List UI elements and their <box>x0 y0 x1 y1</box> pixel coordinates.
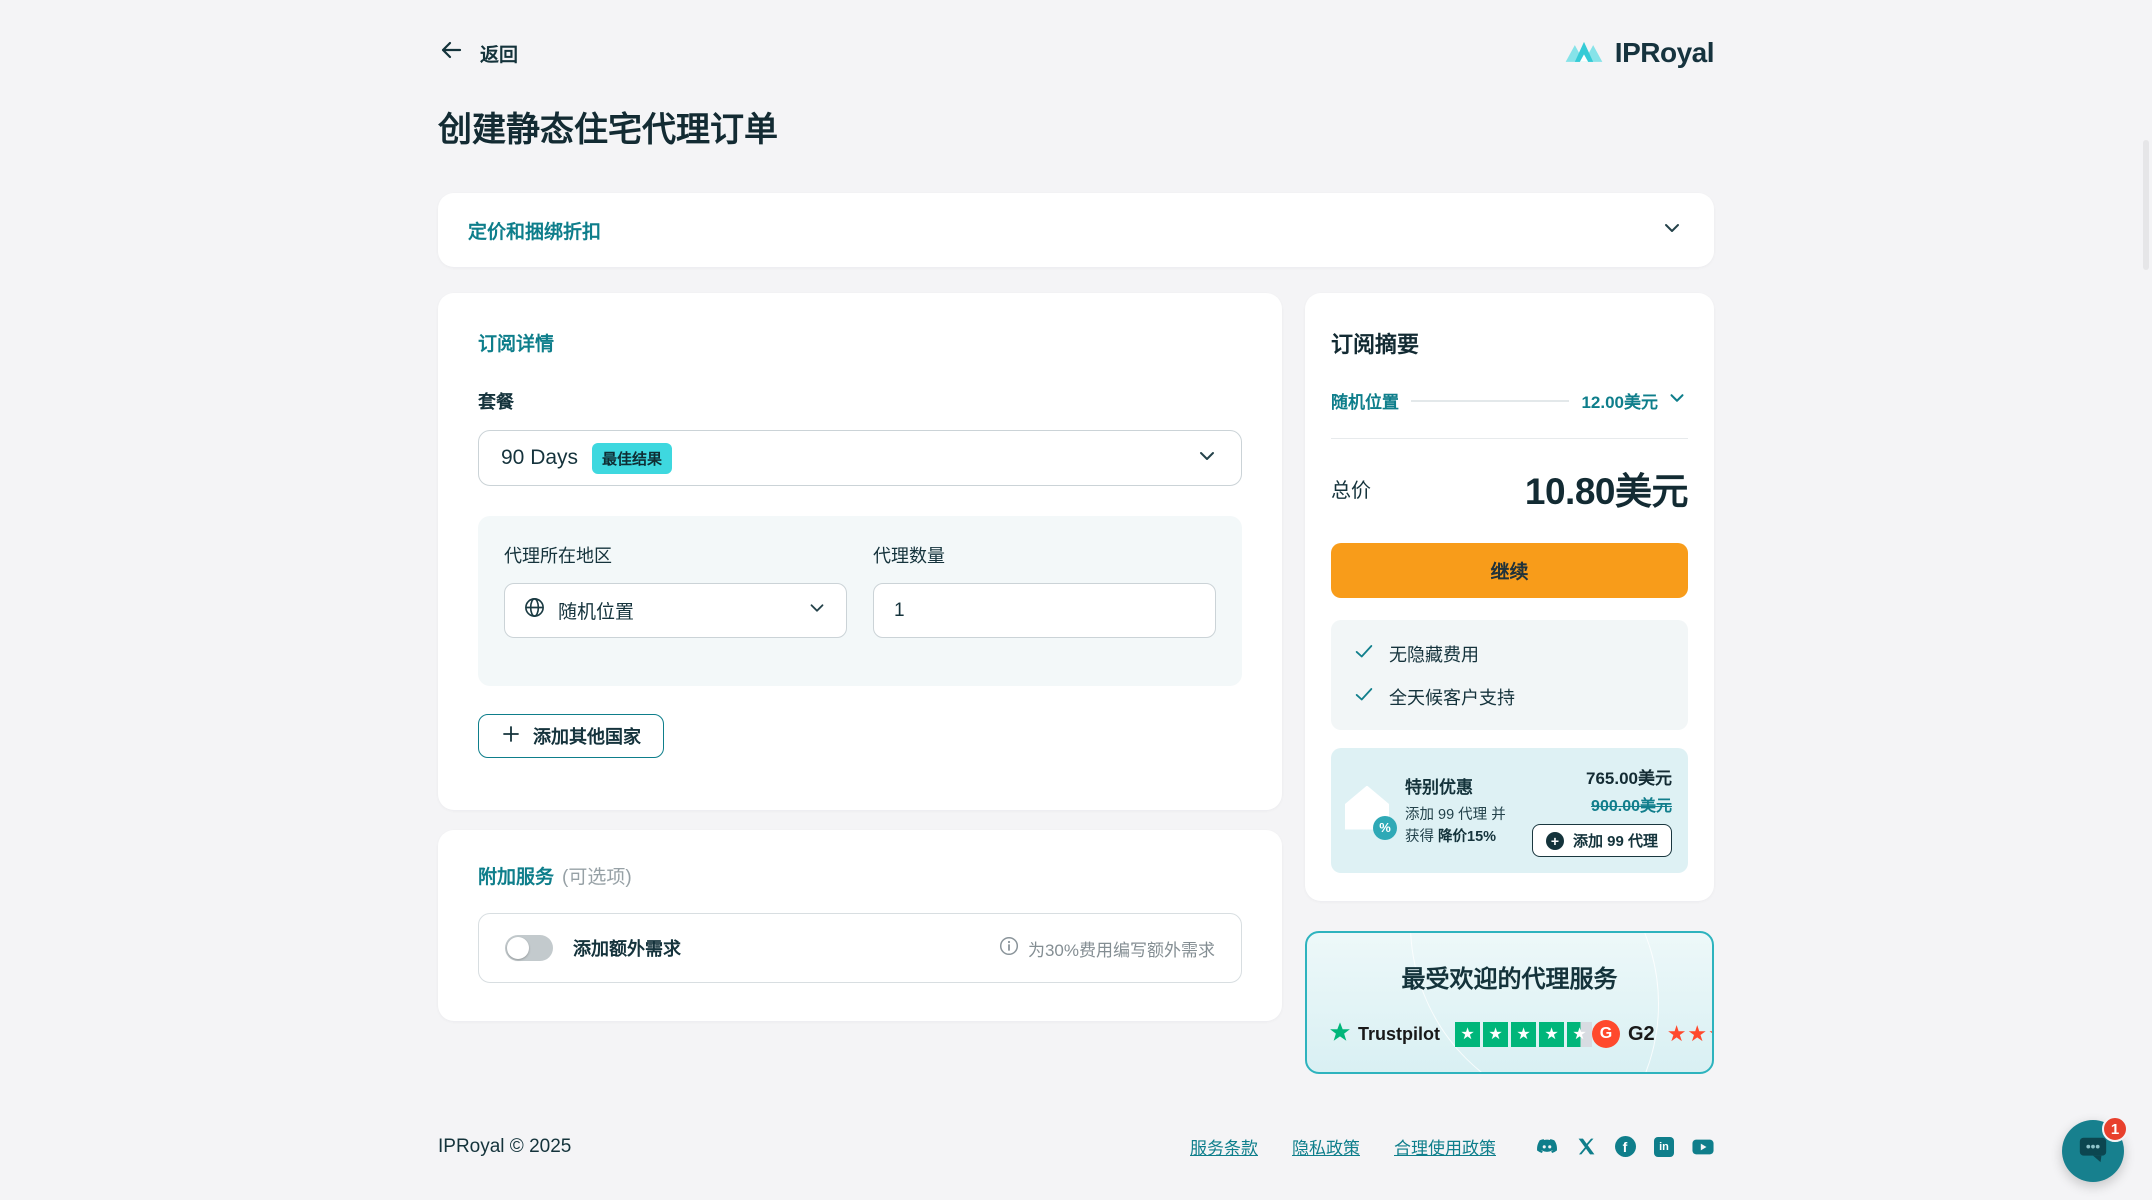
order-page: 返回 IPRoyal 创建静态住宅代理订单 定价和捆绑折扣 <box>0 0 2152 1200</box>
extra-requirements-label: 添加额外需求 <box>573 935 681 961</box>
add-99-proxies-label: 添加 99 代理 <box>1573 830 1658 851</box>
total-label: 总价 <box>1331 474 1371 503</box>
summary-line-item[interactable]: 随机位置 12.00美元 <box>1331 387 1688 414</box>
trustpilot-stars <box>1455 1022 1592 1047</box>
package-value: 90 Days <box>501 446 578 470</box>
accordion-label: 定价和捆绑折扣 <box>468 217 601 244</box>
extra-requirements-row: 添加额外需求 为30%费用编写额外需求 <box>478 913 1242 983</box>
offer-description: 添加 99 代理 并 获得 降价15% <box>1405 805 1526 847</box>
leader-line <box>1411 400 1569 402</box>
globe-icon <box>523 596 546 625</box>
pricing-discounts-accordion[interactable]: 定价和捆绑折扣 <box>438 193 1714 267</box>
offer-price-old: 900.00美元 <box>1591 792 1672 816</box>
subscription-summary-card: 订阅摘要 随机位置 12.00美元 总价 <box>1305 293 1714 901</box>
facebook-icon[interactable]: f <box>1614 1136 1636 1158</box>
addons-optional-suffix: (可选项) <box>562 862 632 889</box>
location-value: 随机位置 <box>558 597 634 624</box>
crown-icon <box>1564 36 1604 71</box>
benefit-item: 无隐藏费用 <box>1353 640 1666 667</box>
line-item-label: 随机位置 <box>1331 388 1399 413</box>
discord-icon[interactable] <box>1536 1136 1558 1158</box>
back-arrow-icon <box>438 37 464 69</box>
youtube-icon[interactable] <box>1692 1136 1714 1158</box>
subscription-details-card: 订阅详情 套餐 90 Days 最佳结果 代理所在地区 <box>438 293 1282 810</box>
package-label: 套餐 <box>478 388 1242 414</box>
benefit-item: 全天候客户支持 <box>1353 683 1666 710</box>
add-country-button[interactable]: 添加其他国家 <box>478 714 664 758</box>
popular-title: 最受欢迎的代理服务 <box>1329 959 1690 994</box>
offer-price-new: 765.00美元 <box>1586 764 1672 789</box>
trustpilot-star-icon <box>1329 1021 1351 1048</box>
addons-section-title: 附加服务 <box>478 862 554 889</box>
divider <box>1331 438 1688 439</box>
footer: IPRoyal © 2025 服务条款 隐私政策 合理使用政策 f in <box>438 1134 1714 1159</box>
extra-requirements-hint: 为30%费用编写额外需求 <box>1028 936 1215 961</box>
plus-circle-icon <box>1546 832 1564 850</box>
quantity-input[interactable] <box>873 583 1216 638</box>
most-popular-card: 最受欢迎的代理服务 Trustpilot G <box>1305 931 1714 1074</box>
trustpilot-rating: Trustpilot <box>1329 1021 1592 1048</box>
extra-requirements-toggle[interactable] <box>505 935 553 961</box>
special-offer-panel: % 特别优惠 添加 99 代理 并 获得 降价15% 765.00美元 900.… <box>1331 748 1688 873</box>
quantity-label: 代理数量 <box>873 542 1216 568</box>
toggle-knob <box>507 937 529 959</box>
iproyal-logo[interactable]: IPRoyal <box>1564 36 1714 71</box>
location-quantity-panel: 代理所在地区 随机位置 <box>478 516 1242 686</box>
best-value-badge: 最佳结果 <box>592 443 672 474</box>
back-label: 返回 <box>480 40 518 67</box>
g2-label: G2 <box>1628 1023 1655 1046</box>
linkedin-icon[interactable]: in <box>1653 1136 1675 1158</box>
copyright: IPRoyal © 2025 <box>438 1136 571 1158</box>
discount-shield-icon: % <box>1341 782 1399 840</box>
location-select[interactable]: 随机位置 <box>504 583 847 638</box>
summary-title: 订阅摘要 <box>1331 327 1688 359</box>
chevron-down-icon <box>806 597 828 625</box>
scrollbar-thumb[interactable] <box>2143 140 2149 270</box>
terms-link[interactable]: 服务条款 <box>1190 1134 1258 1159</box>
line-item-price: 12.00美元 <box>1581 388 1658 413</box>
logo-text: IPRoyal <box>1615 37 1714 69</box>
page-title: 创建静态住宅代理订单 <box>438 102 1714 151</box>
g2-logo-icon: G <box>1592 1020 1620 1048</box>
plus-icon <box>501 724 521 749</box>
add-99-proxies-button[interactable]: 添加 99 代理 <box>1532 824 1672 857</box>
chevron-down-icon <box>1666 387 1688 414</box>
privacy-link[interactable]: 隐私政策 <box>1292 1134 1360 1159</box>
g2-stars <box>1667 1021 1714 1047</box>
location-label: 代理所在地区 <box>504 542 847 568</box>
header: 返回 IPRoyal <box>438 30 1714 76</box>
add-country-label: 添加其他国家 <box>533 723 641 749</box>
chevron-down-icon <box>1660 216 1684 245</box>
info-icon <box>999 936 1019 961</box>
benefit-label: 全天候客户支持 <box>1389 684 1515 710</box>
chat-notification-badge: 1 <box>2102 1116 2128 1142</box>
benefit-label: 无隐藏费用 <box>1389 641 1479 667</box>
check-icon <box>1353 683 1375 710</box>
benefits-panel: 无隐藏费用 全天候客户支持 <box>1331 620 1688 730</box>
chat-widget-button[interactable]: 1 <box>2062 1120 2124 1182</box>
back-button[interactable]: 返回 <box>438 37 518 69</box>
fair-usage-link[interactable]: 合理使用政策 <box>1394 1134 1496 1159</box>
g2-rating: G G2 <box>1592 1020 1714 1048</box>
total-price: 10.80美元 <box>1525 461 1688 515</box>
offer-title: 特别优惠 <box>1405 773 1526 798</box>
x-icon[interactable] <box>1575 1136 1597 1158</box>
addons-card: 附加服务 (可选项) 添加额外需求 <box>438 830 1282 1021</box>
trustpilot-label: Trustpilot <box>1358 1024 1440 1045</box>
package-select[interactable]: 90 Days 最佳结果 <box>478 430 1242 486</box>
check-icon <box>1353 640 1375 667</box>
chevron-down-icon <box>1195 444 1219 473</box>
subscription-section-title: 订阅详情 <box>478 329 1242 356</box>
continue-button[interactable]: 继续 <box>1331 543 1688 598</box>
